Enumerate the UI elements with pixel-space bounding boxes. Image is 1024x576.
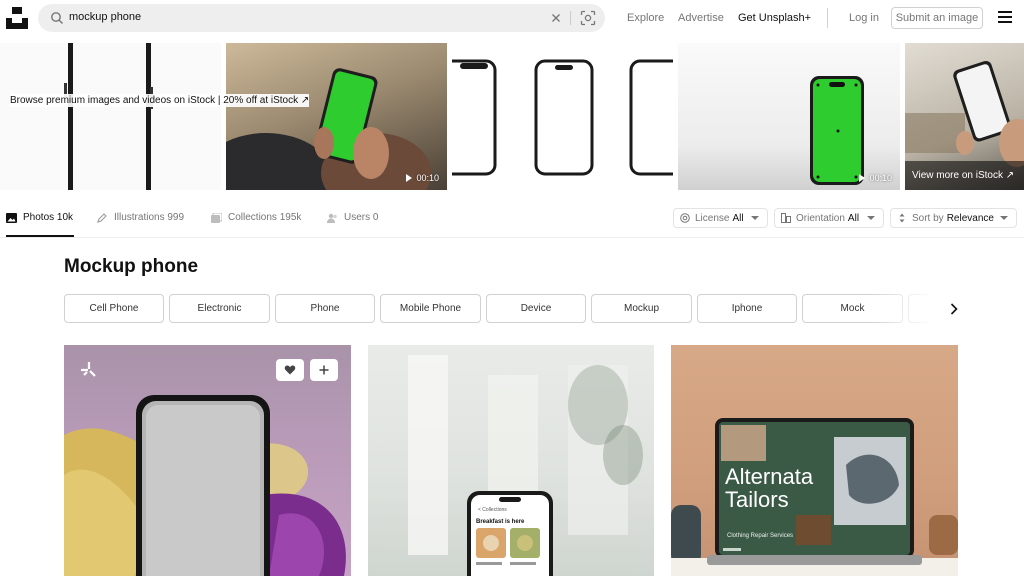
photo-image [671, 418, 958, 576]
tab-illustrations-label: Illustrations 999 [114, 212, 185, 223]
tab-collections-label: Collections 195k [228, 212, 302, 223]
sort-filter-value: Relevance [946, 212, 994, 224]
nav-divider [827, 8, 828, 28]
top-header: mockup phone Explore Advertise Get Unspl… [0, 0, 1024, 36]
collections-icon [211, 212, 222, 223]
sort-filter[interactable]: Sort by Relevance [890, 208, 1017, 228]
plus-icon [319, 365, 329, 375]
license-filter-label: License [695, 212, 730, 224]
orientation-filter-value: All [847, 212, 860, 224]
photo-card[interactable] [64, 345, 351, 576]
nav-explore[interactable]: Explore [627, 12, 664, 24]
search-input[interactable]: mockup phone [69, 11, 141, 23]
laptop-title-line1: Alternata [725, 464, 814, 489]
license-icon [680, 213, 690, 223]
menu-icon[interactable] [998, 11, 1012, 23]
nav-get-plus[interactable]: Get Unsplash+ [738, 12, 811, 24]
istock-strip: 00:10 00:10 Browse premium images and vi… [0, 43, 1024, 190]
visual-search-icon[interactable] [580, 10, 596, 26]
related-chip[interactable]: Iphone [697, 294, 797, 323]
nav-advertise[interactable]: Advertise [678, 12, 724, 24]
chevron-down-icon [1000, 216, 1008, 220]
submit-image-button[interactable]: Submit an image [891, 7, 983, 29]
istock-promo-offer[interactable]: 20% off at iStock ↗ [223, 95, 309, 106]
play-icon [406, 174, 413, 182]
related-chip[interactable]: Cell Phone [64, 294, 164, 323]
tab-users[interactable]: Users 0 [327, 212, 378, 223]
active-tab-indicator [6, 235, 74, 237]
content-tabs: Photos 10k Illustrations 999 Collections… [0, 200, 1024, 238]
photo-card[interactable]: Alternata Tailors Clothing Repair Servic… [671, 345, 958, 576]
laptop-title-line2: Tailors [725, 487, 789, 512]
like-button[interactable] [276, 359, 304, 381]
search-divider [570, 11, 571, 25]
page-title: Mockup phone [64, 256, 199, 277]
phone-app-subheader: Breakfast is here [476, 519, 525, 525]
istock-view-more-tile[interactable] [905, 43, 1024, 190]
chevron-down-icon [867, 216, 875, 220]
users-icon [327, 213, 337, 223]
istock-promo-text[interactable]: Browse premium images and videos on iSto… [10, 95, 215, 106]
search-icon[interactable] [50, 11, 64, 25]
pen-icon [97, 212, 107, 223]
license-filter-value: All [732, 212, 744, 224]
related-chip[interactable]: Device [486, 294, 586, 323]
laptop-subtitle: Clothing Repair Services [727, 533, 794, 539]
search-bar[interactable]: mockup phone [38, 4, 605, 32]
heart-icon [284, 365, 296, 375]
video-duration: 00:10 [406, 173, 439, 183]
istock-tile[interactable] [452, 43, 673, 190]
chips-fade [870, 290, 960, 326]
tab-collections[interactable]: Collections 195k [211, 212, 301, 223]
login-link[interactable]: Log in [849, 12, 879, 24]
photo-icon [6, 212, 17, 223]
tab-photos-label: Photos 10k [23, 212, 74, 223]
istock-video-tile[interactable]: 00:10 [226, 43, 447, 190]
istock-video-tile[interactable]: 00:10 [678, 43, 900, 190]
photo-card[interactable]: < Collections Breakfast is here [368, 345, 654, 576]
related-chip[interactable]: Phone [275, 294, 375, 323]
related-chip[interactable]: Mockup [591, 294, 692, 323]
clear-icon[interactable] [549, 11, 563, 25]
tab-users-label: Users 0 [344, 212, 379, 223]
chevron-down-icon [751, 216, 759, 220]
phone-app-header: < Collections [478, 507, 507, 513]
plus-logo-icon [81, 362, 96, 377]
chevron-right-icon[interactable] [950, 303, 958, 315]
istock-promo[interactable]: Browse premium images and videos on iSto… [10, 94, 310, 107]
add-to-collection-button[interactable] [310, 359, 338, 381]
orientation-filter[interactable]: Orientation All [774, 208, 884, 228]
tab-illustrations[interactable]: Illustrations 999 [97, 212, 184, 223]
photo-actions [276, 359, 338, 381]
play-icon [859, 174, 866, 182]
istock-tile[interactable] [0, 43, 221, 190]
related-chip[interactable]: Electronic [169, 294, 270, 323]
license-filter[interactable]: License All [673, 208, 768, 228]
video-duration: 00:10 [859, 173, 892, 183]
sort-icon [899, 213, 905, 223]
unsplash-logo[interactable] [6, 7, 28, 29]
view-more-istock-link[interactable]: View more on iStock ↗ [912, 170, 1014, 181]
tab-photos[interactable]: Photos 10k [6, 212, 73, 223]
related-chip[interactable]: Mobile Phone [380, 294, 481, 323]
orientation-filter-label: Orientation [796, 212, 845, 224]
sort-filter-label: Sort by [912, 212, 944, 224]
photo-image [408, 355, 643, 576]
orientation-icon [781, 213, 791, 223]
